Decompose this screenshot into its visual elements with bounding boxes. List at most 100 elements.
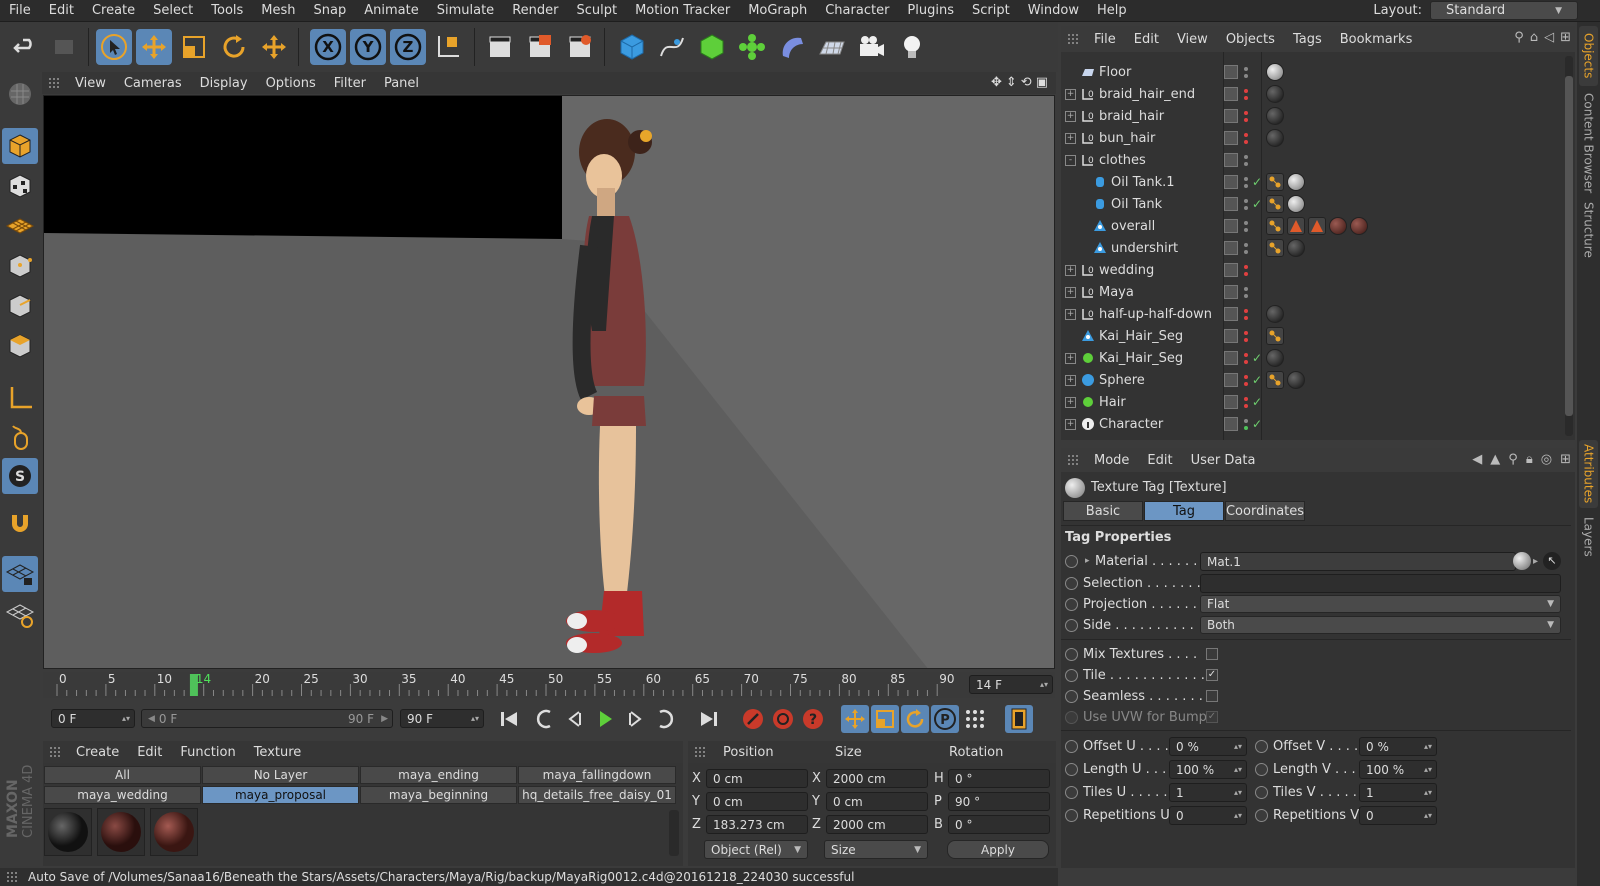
- animate-radio[interactable]: [1065, 668, 1078, 682]
- menu-select[interactable]: Select: [144, 3, 202, 18]
- animate-radio[interactable]: [1065, 740, 1078, 753]
- layer-color-box[interactable]: [1224, 285, 1238, 299]
- object-row[interactable]: +0 braid_hair_end: [1061, 83, 1571, 105]
- viewport-menu-options[interactable]: Options: [257, 76, 325, 91]
- expand-icon[interactable]: +: [1065, 286, 1076, 298]
- rep-u-field[interactable]: 0 ▴▾: [1169, 806, 1247, 825]
- expand-icon[interactable]: +: [1065, 374, 1076, 386]
- rotation-field[interactable]: 0 °: [948, 815, 1050, 834]
- recent-tool-button[interactable]: [256, 29, 292, 65]
- enabled-check-icon[interactable]: ✓: [1252, 373, 1262, 387]
- layer-no-layer[interactable]: No Layer: [202, 766, 359, 784]
- object-row[interactable]: undershirt: [1061, 237, 1571, 259]
- coordinate-system-button[interactable]: [430, 29, 466, 65]
- visibility-dots[interactable]: [1244, 176, 1250, 188]
- animate-radio[interactable]: [1065, 597, 1078, 611]
- expand-icon[interactable]: +: [1065, 352, 1076, 364]
- add-generator-button[interactable]: [694, 29, 730, 65]
- enabled-check-icon[interactable]: ✓: [1252, 395, 1262, 409]
- go-to-end-button[interactable]: [695, 705, 723, 733]
- visibility-dots[interactable]: [1244, 242, 1250, 254]
- material-tag-icon[interactable]: [1266, 107, 1284, 125]
- menu-plugins[interactable]: Plugins: [898, 3, 963, 18]
- animate-radio[interactable]: [1065, 554, 1078, 568]
- objects-menu-objects[interactable]: Objects: [1217, 32, 1284, 47]
- menu-render[interactable]: Render: [503, 3, 567, 18]
- animate-radio[interactable]: [1065, 763, 1078, 776]
- visibility-dots[interactable]: [1244, 88, 1250, 100]
- rotation-field[interactable]: 0 °: [948, 769, 1050, 788]
- side-tab-attributes[interactable]: Attributes: [1579, 440, 1598, 508]
- menu-sculpt[interactable]: Sculpt: [567, 3, 626, 18]
- projection-select[interactable]: Flat ▼: [1200, 595, 1561, 613]
- play-button[interactable]: [591, 705, 619, 733]
- layer-color-box[interactable]: [1224, 197, 1238, 211]
- object-row[interactable]: + Kai_Hair_Seg ✓: [1061, 347, 1571, 369]
- model-mode-button[interactable]: [2, 128, 38, 164]
- material-tag-icon[interactable]: [1287, 173, 1305, 191]
- menu-tools[interactable]: Tools: [202, 3, 252, 18]
- up-arrow-icon[interactable]: ▲: [1490, 452, 1500, 467]
- menu-mesh[interactable]: Mesh: [252, 3, 304, 18]
- menu-animate[interactable]: Animate: [355, 3, 427, 18]
- enable-axis-button[interactable]: [2, 380, 38, 416]
- animate-radio[interactable]: [1065, 786, 1078, 799]
- render-settings-button[interactable]: [562, 29, 598, 65]
- size-field[interactable]: 2000 cm: [826, 815, 928, 834]
- viewport-menu-filter[interactable]: Filter: [325, 76, 375, 91]
- menu-simulate[interactable]: Simulate: [428, 3, 503, 18]
- expand-triangle-icon[interactable]: ▸: [1085, 556, 1090, 566]
- object-row[interactable]: Oil Tank ✓: [1061, 193, 1571, 215]
- object-row[interactable]: +0 Maya: [1061, 281, 1571, 303]
- edges-mode-button[interactable]: [2, 288, 38, 324]
- tab-coordinates[interactable]: Coordinates: [1225, 501, 1305, 521]
- go-to-start-button[interactable]: [495, 705, 523, 733]
- back-icon[interactable]: ◁: [1544, 30, 1554, 45]
- layer-maya-proposal[interactable]: maya_proposal: [202, 786, 359, 804]
- snap-button[interactable]: [2, 506, 38, 542]
- ik-tag-icon[interactable]: [1266, 195, 1284, 213]
- start-frame-field[interactable]: 0 F ▴▾: [51, 709, 135, 728]
- menu-script[interactable]: Script: [963, 3, 1019, 18]
- visibility-dots[interactable]: [1244, 110, 1250, 122]
- points-mode-button[interactable]: [2, 248, 38, 284]
- planar-workplane-button[interactable]: [2, 596, 38, 632]
- layer-color-box[interactable]: [1224, 131, 1238, 145]
- material-tag-icon[interactable]: [1266, 349, 1284, 367]
- seamless-checkbox[interactable]: [1206, 690, 1218, 702]
- material-tag-icon[interactable]: [1266, 63, 1284, 81]
- material-menu-function[interactable]: Function: [171, 745, 244, 760]
- tiles-u-field[interactable]: 1 ▴▾: [1169, 783, 1247, 802]
- layer-color-box[interactable]: [1224, 241, 1238, 255]
- lock-icon[interactable]: 🔒︎: [1526, 452, 1533, 467]
- expand-icon[interactable]: +: [1065, 418, 1076, 430]
- expand-icon[interactable]: ⊞: [1560, 452, 1571, 467]
- y-axis-lock-button[interactable]: Y: [350, 29, 386, 65]
- ik-tag-icon[interactable]: [1266, 173, 1284, 191]
- visibility-dots[interactable]: [1244, 154, 1250, 166]
- ik-tag-icon[interactable]: [1266, 371, 1284, 389]
- animate-radio[interactable]: [1255, 786, 1268, 799]
- menu-motion-tracker[interactable]: Motion Tracker: [626, 3, 739, 18]
- visibility-dots[interactable]: [1244, 132, 1250, 144]
- menu-window[interactable]: Window: [1019, 3, 1088, 18]
- objects-menu-bookmarks[interactable]: Bookmarks: [1331, 32, 1422, 47]
- position-field[interactable]: 0 cm: [706, 792, 808, 811]
- prev-frame-button[interactable]: [561, 705, 589, 733]
- layer-color-box[interactable]: [1224, 153, 1238, 167]
- menu-edit[interactable]: Edit: [40, 3, 83, 18]
- tab-basic[interactable]: Basic: [1063, 501, 1143, 521]
- menu-help[interactable]: Help: [1088, 3, 1136, 18]
- tile-checkbox[interactable]: ✓: [1206, 669, 1218, 681]
- expand-icon[interactable]: +: [1065, 264, 1076, 276]
- layer-maya-ending[interactable]: maya_ending: [360, 766, 517, 784]
- tweak-mode-button[interactable]: [2, 420, 38, 456]
- prev-key-button[interactable]: [531, 705, 559, 733]
- polygons-mode-button[interactable]: [2, 328, 38, 364]
- attr-menu-mode[interactable]: Mode: [1085, 453, 1138, 468]
- position-field[interactable]: 183.273 cm: [706, 815, 808, 834]
- material-tag-icon[interactable]: [1287, 195, 1305, 213]
- collapse-icon[interactable]: -: [1065, 154, 1076, 166]
- layer-color-box[interactable]: [1224, 307, 1238, 321]
- visibility-dots[interactable]: [1244, 286, 1250, 298]
